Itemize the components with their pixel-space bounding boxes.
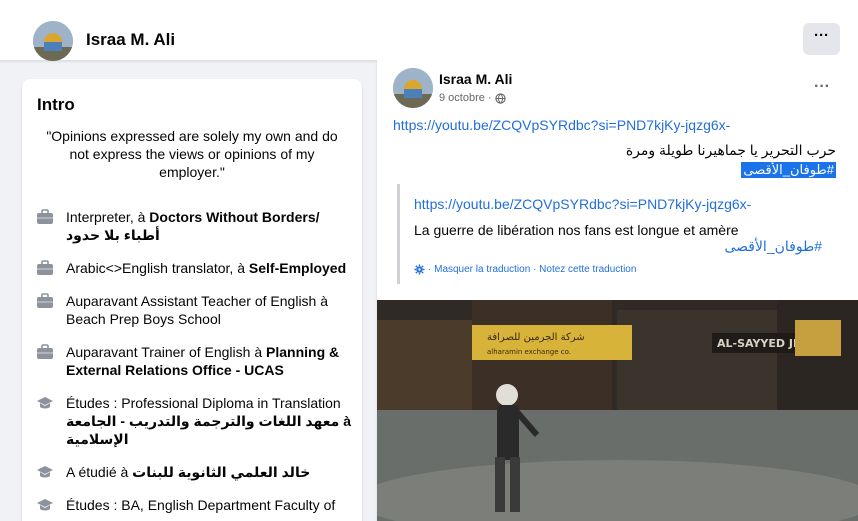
workplace-link[interactable]: Beach Prep Boys School <box>66 311 221 327</box>
briefcase-icon <box>37 260 53 275</box>
intro-bio: "Opinions expressed are solely my own an… <box>46 128 338 180</box>
intro-items-list: Interpreter, à Doctors Without Borders/ … <box>36 208 356 521</box>
post-card: Israa M. Ali 9 octobre · ··· https://you… <box>377 60 858 521</box>
translation-actions-text[interactable]: · Masquer la traduction · Notez cette tr… <box>428 264 636 275</box>
post-author-avatar[interactable] <box>393 68 433 108</box>
intro-item-work: Arabic<>English translator, à Self-Emplo… <box>36 259 356 277</box>
video-frame: شركة الجرمين للصرافة alharamin exchange … <box>377 300 858 521</box>
more-options-button[interactable]: ··· <box>803 23 840 55</box>
briefcase-icon <box>37 293 53 308</box>
post-link[interactable]: https://youtu.be/ZCQVpSYRdbc?si=PND7kjKy… <box>393 117 730 133</box>
graduation-cap-icon <box>37 397 53 409</box>
school-link[interactable]: معهد اللغات والترجمة والتدريب - الجامعة <box>66 413 339 429</box>
school-link[interactable]: خالد العلمي الثانوية للبنات <box>132 464 310 480</box>
globe-icon <box>494 92 506 104</box>
intro-item-education: Études : BA, English Department Faculty … <box>36 496 356 514</box>
translation-link[interactable]: https://youtu.be/ZCQVpSYRdbc?si=PND7kjKy… <box>414 196 751 212</box>
post-arabic-text: حرب التحرير يا جماهيرنا طويلة ومرة <box>625 142 836 158</box>
briefcase-icon <box>37 344 53 359</box>
profile-name[interactable]: Israa M. Ali <box>86 30 175 50</box>
gear-icon <box>414 264 425 275</box>
workplace-link[interactable]: Self-Employed <box>249 260 346 276</box>
intro-card: Intro "Opinions expressed are solely my … <box>22 79 362 521</box>
briefcase-icon <box>37 209 53 224</box>
graduation-cap-icon <box>37 499 53 511</box>
post-more-options-button[interactable]: ··· <box>814 78 830 96</box>
profile-header: Israa M. Ali ··· <box>0 0 858 61</box>
intro-item-education: A étudié à خالد العلمي الثانوية للبنات <box>36 463 356 481</box>
post-video[interactable]: شركة الجرمين للصرافة alharamin exchange … <box>377 300 858 521</box>
sign-arabic: شركة الجرمين للصرافة <box>487 332 585 343</box>
intro-item-work: Auparavant Assistant Teacher of English … <box>36 292 356 328</box>
translation-block: https://youtu.be/ZCQVpSYRdbc?si=PND7kjKy… <box>397 184 822 284</box>
graduation-cap-icon <box>37 466 53 478</box>
translation-text: La guerre de libération nos fans est lon… <box>414 222 739 238</box>
intro-title: Intro <box>37 95 75 114</box>
post-meta: 9 octobre · <box>439 92 506 104</box>
sign-latin: alharamin exchange co. <box>487 348 571 356</box>
post-hashtag[interactable]: #طوفان_الأقصى <box>741 162 836 178</box>
intro-item-education: Études : Professional Diploma in Transla… <box>36 394 356 448</box>
workplace-link[interactable]: Doctors Without Borders/ <box>149 209 319 225</box>
post-date[interactable]: 9 octobre · <box>439 92 492 104</box>
profile-avatar[interactable] <box>33 21 73 61</box>
translation-actions: · Masquer la traduction · Notez cette tr… <box>414 264 636 275</box>
translation-hashtag[interactable]: #طوفان_الأقصى <box>724 238 822 255</box>
intro-item-work: Interpreter, à Doctors Without Borders/ … <box>36 208 356 244</box>
intro-item-work: Auparavant Trainer of English à Planning… <box>36 343 356 379</box>
post-author-name[interactable]: Israa M. Ali <box>439 71 512 87</box>
